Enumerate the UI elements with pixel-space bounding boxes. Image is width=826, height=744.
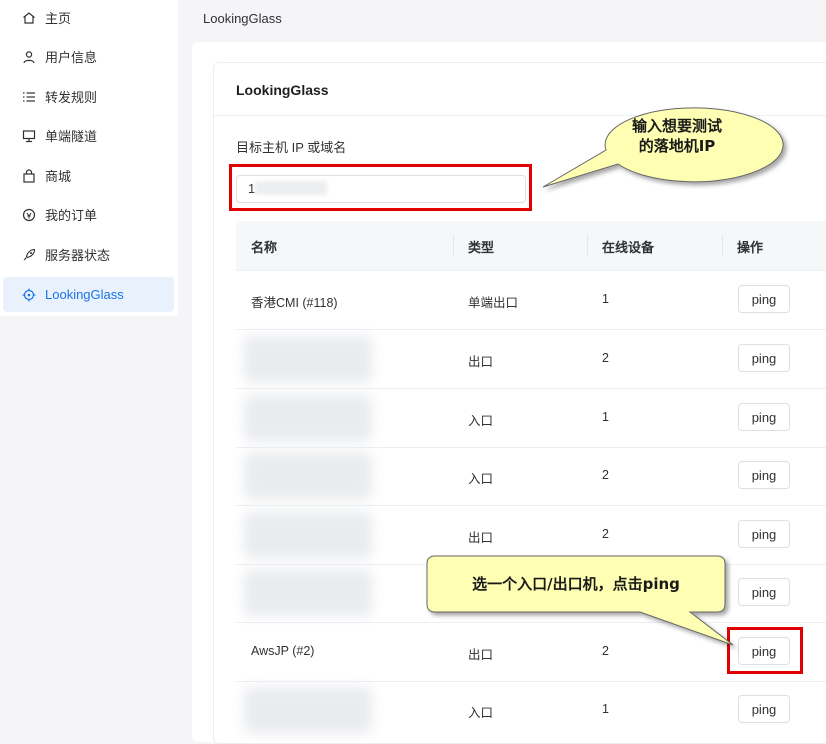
callout-text-bottom: 选一个入口/出口机，点击ping	[472, 575, 680, 593]
callout-shapes	[426, 107, 784, 646]
callout-line: 输入想要测试	[631, 117, 722, 135]
callout-line: 的落地机IP	[638, 137, 716, 155]
callout-bubble-bottom	[426, 555, 734, 646]
callout-text-top: 输入想要测试 的落地机IP	[604, 116, 750, 156]
